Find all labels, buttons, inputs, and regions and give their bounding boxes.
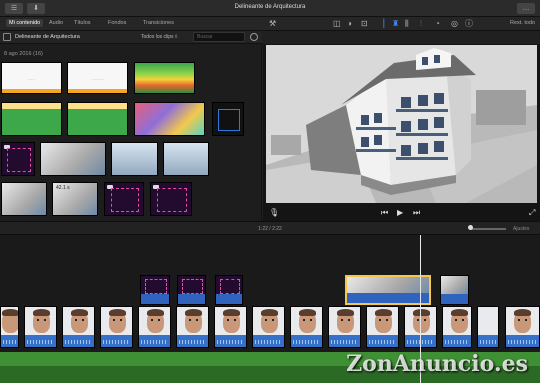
window-title: Delineante de Arquitectura: [234, 4, 306, 10]
clip-duration-label: 42.1 s: [56, 185, 70, 191]
cutaway-clip[interactable]: [440, 275, 469, 305]
clip-thumbnail[interactable]: [1, 142, 35, 176]
clip-thumbnail[interactable]: [134, 102, 205, 136]
clip-filter-select[interactable]: Todos los clips ◊: [141, 34, 177, 40]
tab-my-media[interactable]: Mi contenido: [6, 19, 44, 27]
video-clip[interactable]: [176, 306, 209, 348]
sidebar-toggle-icon[interactable]: [3, 33, 11, 41]
clip-thumbnail[interactable]: [134, 62, 195, 94]
video-clip[interactable]: [100, 306, 133, 348]
cutaway-clip-selected[interactable]: [345, 275, 431, 305]
cutaway-clip[interactable]: [140, 275, 170, 305]
volume-icon[interactable]: ♜: [392, 19, 399, 29]
clip-thumbnail[interactable]: ─────: [67, 62, 128, 94]
video-clip[interactable]: [366, 306, 399, 348]
library-header: Delineante de Arquitectura Todos los cli…: [0, 31, 262, 44]
skip-forward-icon[interactable]: ⏭: [413, 208, 420, 218]
clip-thumbnail[interactable]: [163, 142, 209, 176]
video-clip[interactable]: [214, 306, 247, 348]
reset-all-button[interactable]: Rest. todo: [510, 20, 535, 26]
clip-thumbnail[interactable]: [111, 142, 158, 176]
zoom-slider[interactable]: [470, 228, 506, 230]
search-input[interactable]: Buscar: [193, 32, 245, 42]
video-clip[interactable]: [24, 306, 57, 348]
camera-icon: [153, 185, 159, 189]
camera-icon: [4, 145, 10, 149]
clip-filter-icon[interactable]: ◎: [451, 19, 458, 29]
cutaway-clip[interactable]: [177, 275, 206, 305]
media-toolbar: Mi contenido Audio Títulos Fondos Transi…: [0, 17, 540, 31]
watermark-logo: ZonAnuncio.es: [346, 351, 528, 377]
event-date-header: 8 ago 2016 (16): [4, 51, 43, 57]
settings-icon[interactable]: [250, 33, 258, 41]
camera-icon: [43, 145, 49, 149]
video-clip[interactable]: [252, 306, 285, 348]
video-clip[interactable]: [477, 306, 499, 348]
camera-icon: [4, 185, 10, 189]
clip-thumbnail[interactable]: [67, 102, 128, 136]
noise-reduction-icon[interactable]: ⫼: [405, 19, 409, 29]
tab-audio[interactable]: Audio: [49, 20, 63, 26]
clip-thumbnail[interactable]: 42.1 s: [52, 182, 98, 216]
video-clip[interactable]: [0, 306, 19, 348]
microphone-icon[interactable]: 🎙: [269, 208, 279, 217]
clip-thumbnail[interactable]: [40, 142, 106, 176]
speed-icon[interactable]: ⫶: [420, 19, 422, 29]
video-clip[interactable]: [138, 306, 171, 348]
video-clip[interactable]: [62, 306, 95, 348]
timeline-settings-button[interactable]: Ajustes: [513, 226, 529, 232]
viewer-toolbar: [263, 31, 540, 44]
tab-backgrounds[interactable]: Fondos: [108, 20, 126, 26]
viewer-controls: 🎙 ⏮ ▶ ⏭ ⤢: [263, 205, 540, 221]
clip-thumbnail[interactable]: [104, 182, 144, 216]
clip-thumbnail[interactable]: [212, 102, 244, 136]
timecode: 1:22 / 2:22: [258, 226, 282, 232]
library-title: Delineante de Arquitectura: [15, 34, 80, 40]
skip-back-icon[interactable]: ⏮: [381, 208, 388, 218]
more-button[interactable]: …: [517, 3, 535, 14]
zoom-slider-knob[interactable]: [468, 225, 473, 230]
viewer: 🎙 ⏮ ▶ ⏭ ⤢: [263, 31, 540, 221]
color-correction-icon[interactable]: ◑: [347, 19, 352, 29]
clip-thumbnail[interactable]: [1, 102, 62, 136]
tab-transitions[interactable]: Transiciones: [143, 20, 174, 26]
color-balance-icon[interactable]: ◫: [333, 19, 341, 29]
magic-wand-icon[interactable]: ⚒: [269, 19, 276, 29]
video-clip[interactable]: [328, 306, 361, 348]
video-clip[interactable]: [442, 306, 472, 348]
cropping-icon[interactable]: ⊡: [361, 19, 368, 29]
title-bar: ☰ ⬇ Delineante de Arquitectura …: [0, 0, 540, 17]
cutaway-clip[interactable]: [215, 275, 243, 305]
clip-thumbnail[interactable]: [1, 182, 47, 216]
building-render: [266, 45, 537, 203]
timeline-header: 1:22 / 2:22 Ajustes: [0, 221, 540, 235]
info-icon[interactable]: ⓘ: [465, 19, 473, 29]
video-clip[interactable]: [290, 306, 323, 348]
stabilization-icon[interactable]: ▕: [378, 19, 384, 29]
fullscreen-icon[interactable]: ⤢: [529, 208, 535, 218]
media-browser: Delineante de Arquitectura Todos los cli…: [0, 31, 262, 221]
clip-thumbnail[interactable]: ───: [1, 62, 62, 94]
viewer-frame: [266, 45, 537, 203]
speedometer-icon[interactable]: ◔: [435, 19, 440, 29]
play-icon[interactable]: ▶: [397, 208, 403, 217]
tab-titles[interactable]: Títulos: [74, 20, 91, 26]
clip-thumbnail[interactable]: [150, 182, 192, 216]
camera-icon: [107, 185, 113, 189]
video-clip[interactable]: [505, 306, 540, 348]
